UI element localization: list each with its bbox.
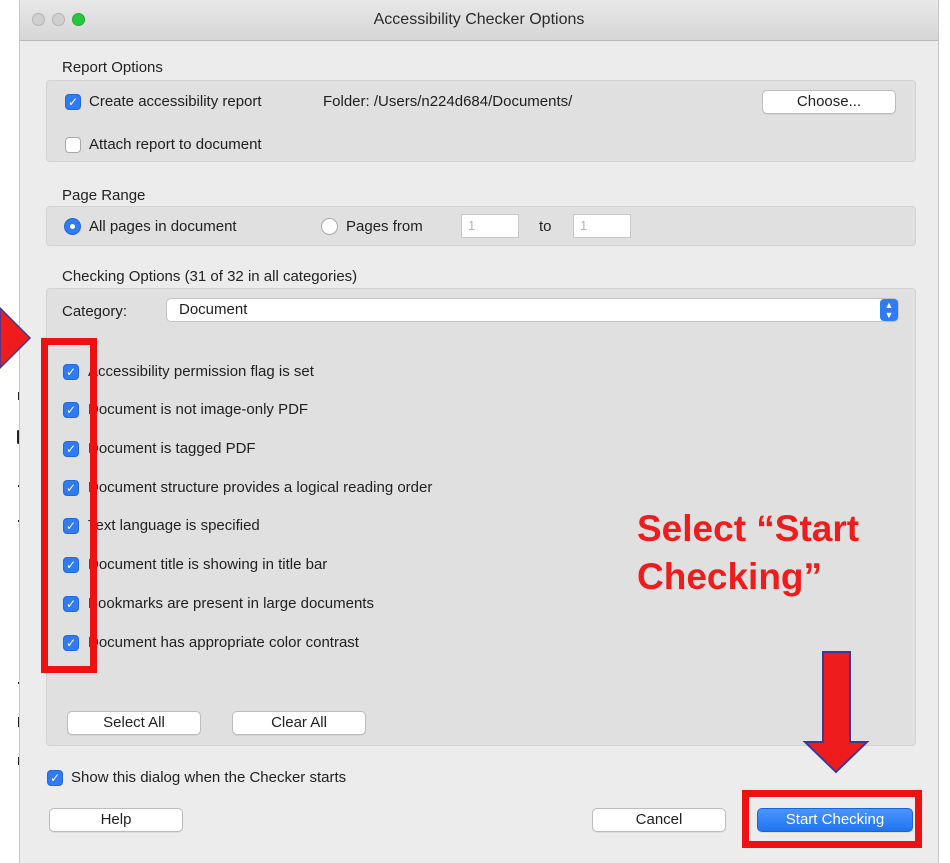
category-label: Category: (62, 303, 128, 320)
cancel-button[interactable]: Cancel (592, 808, 726, 832)
annotation-line-1: Select “Start (637, 508, 860, 549)
all-pages-radio[interactable] (64, 218, 81, 235)
window-title: Accessibility Checker Options (373, 11, 585, 28)
create-report-label: Create accessibility report (89, 93, 262, 110)
report-options-label: Report Options (62, 59, 163, 76)
select-all-button[interactable]: Select All (67, 711, 201, 735)
annotation-text: Select “Start Checking” (637, 505, 927, 601)
create-report-checkbox[interactable]: ✓ (65, 94, 81, 110)
show-dialog-checkbox[interactable]: ✓ (47, 770, 63, 786)
page-range-label: Page Range (62, 187, 146, 204)
attach-report-checkbox[interactable] (65, 137, 81, 153)
annotation-line-2: Checking” (637, 556, 823, 597)
choose-folder-button[interactable]: Choose... (762, 90, 896, 114)
option-label: Document is tagged PDF (88, 440, 256, 457)
option-label: Text language is specified (88, 517, 260, 534)
folder-path-text: Folder: /Users/n224d684/Documents/ (323, 93, 573, 110)
select-stepper-icon: ▲ ▼ (880, 299, 898, 321)
option-label: Document has appropriate color contrast (88, 634, 359, 651)
title-bar: Accessibility Checker Options (20, 0, 938, 41)
all-pages-label: All pages in document (89, 218, 237, 235)
category-select[interactable]: Document ▲ ▼ (166, 298, 899, 322)
page-from-input[interactable]: 1 (461, 214, 519, 238)
pages-from-radio[interactable] (321, 218, 338, 235)
help-button[interactable]: Help (49, 808, 183, 832)
pages-from-label: Pages from (346, 218, 423, 235)
category-value: Document (179, 301, 248, 318)
attach-report-label: Attach report to document (89, 136, 262, 153)
dialog-window: Accessibility Checker Options Report Opt… (20, 0, 938, 863)
option-label: Bookmarks are present in large documents (88, 595, 374, 612)
page-range-group: All pages in document Pages from 1 to 1 (46, 206, 916, 246)
page-to-input[interactable]: 1 (573, 214, 631, 238)
show-dialog-label: Show this dialog when the Checker starts (71, 769, 347, 786)
option-label: Document is not image-only PDF (88, 401, 309, 418)
checking-options-label: Checking Options (31 of 32 in all catego… (62, 268, 358, 285)
start-button-highlight-box (742, 790, 922, 848)
option-label: Document title is showing in title bar (88, 556, 328, 573)
checkbox-highlight-box (41, 338, 97, 673)
page-to-label: to (539, 218, 552, 235)
clear-all-button[interactable]: Clear All (232, 711, 366, 735)
option-label: Accessibility permission flag is set (88, 363, 314, 380)
option-label: Document structure provides a logical re… (88, 479, 433, 496)
report-options-group: ✓ Create accessibility report Folder: /U… (46, 80, 916, 162)
